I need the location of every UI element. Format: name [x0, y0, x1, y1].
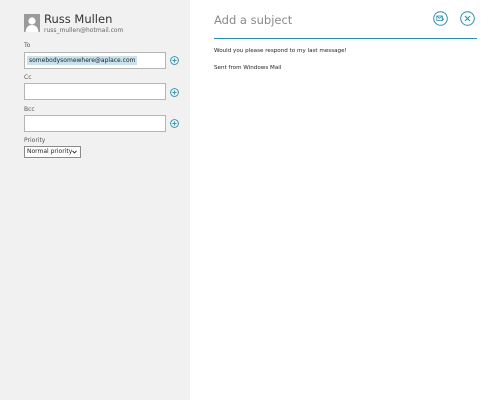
subject-underline — [214, 38, 477, 39]
priority-value: Normal priority — [27, 148, 73, 155]
chevron-down-icon — [72, 150, 77, 154]
priority-label: Priority — [24, 137, 46, 144]
account-name: Russ Mullen — [44, 12, 113, 26]
add-cc-recipient-button[interactable] — [170, 88, 179, 97]
to-label: To — [24, 42, 31, 49]
bcc-field[interactable] — [24, 115, 166, 132]
cc-field[interactable] — [24, 83, 166, 100]
add-to-recipient-button[interactable] — [170, 56, 179, 65]
close-button[interactable] — [460, 11, 475, 26]
recipient-chip[interactable]: somebodysomewhere@aplace.com — [27, 56, 138, 65]
plus-circle-icon — [170, 119, 179, 128]
priority-select[interactable]: Normal priority — [24, 146, 81, 158]
send-button[interactable] — [433, 11, 448, 26]
subject-input[interactable]: Add a subject — [214, 13, 292, 27]
close-icon — [460, 11, 475, 26]
message-body-line[interactable]: Would you please respond to my last mess… — [214, 48, 347, 54]
message-signature[interactable]: Sent from Windows Mail — [214, 65, 281, 71]
to-field[interactable]: somebodysomewhere@aplace.com — [24, 52, 166, 69]
compose-details-pane: Russ Mullen russ_mullen@hotmail.com To s… — [0, 0, 190, 400]
plus-circle-icon — [170, 88, 179, 97]
cc-label: Cc — [24, 74, 32, 81]
account-email: russ_mullen@hotmail.com — [44, 27, 124, 34]
bcc-label: Bcc — [24, 106, 35, 113]
user-avatar-icon — [24, 14, 40, 32]
add-bcc-recipient-button[interactable] — [170, 119, 179, 128]
send-icon — [433, 11, 448, 26]
plus-circle-icon — [170, 56, 179, 65]
